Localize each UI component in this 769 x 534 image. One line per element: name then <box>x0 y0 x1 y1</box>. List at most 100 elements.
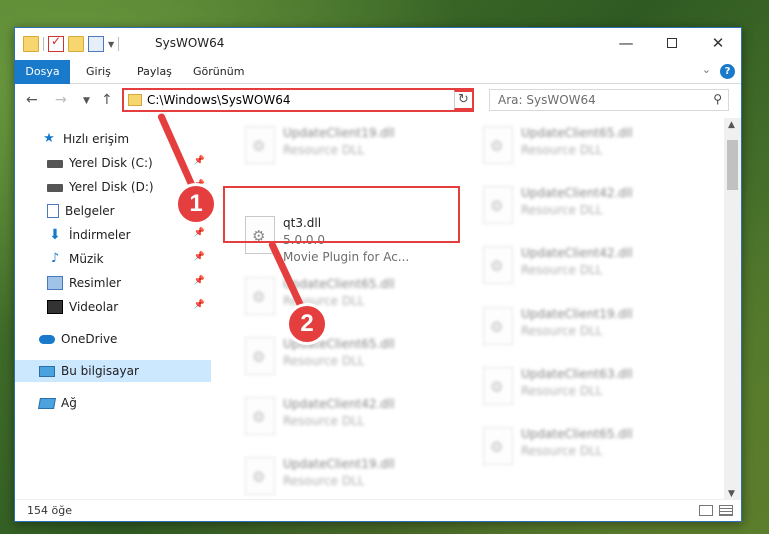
sidebar-item-videos[interactable]: Videolar 📌 <box>15 296 211 318</box>
large-icons-view-icon[interactable] <box>719 505 733 516</box>
dll-file-icon <box>483 126 513 164</box>
quick-access-toolbar: ▼ <box>23 34 120 52</box>
sidebar-item-label: İndirmeler <box>69 228 131 242</box>
dll-file-icon <box>483 367 513 405</box>
close-button[interactable]: ✕ <box>695 28 741 58</box>
list-item[interactable]: UpdateClient42.dll Resource DLL <box>235 391 463 449</box>
dll-file-icon <box>483 186 513 224</box>
music-icon: ♪ <box>50 251 60 266</box>
drive-icon <box>47 160 63 168</box>
computer-icon <box>39 365 55 377</box>
ribbon-tabs: Dosya Giriş Paylaş Görünüm ⌄ ? <box>15 60 741 118</box>
list-item[interactable]: UpdateClient19.dll Resource DLL <box>235 451 463 501</box>
address-bar-row: ← → ▼ ↑ C:\Windows\SysWOW64 ⌄ ↻ Ara: Sys… <box>15 84 741 118</box>
file-description: Resource DLL <box>283 414 365 428</box>
list-item[interactable]: UpdateClient65.dll Resource DLL <box>235 331 463 389</box>
details-view-icon[interactable] <box>699 505 713 516</box>
pin-icon: 📌 <box>193 156 205 166</box>
customize-toolbar-chevron-icon[interactable]: ▼ <box>108 40 114 49</box>
pin-icon: 📌 <box>193 276 205 286</box>
properties-check-icon[interactable] <box>48 34 64 52</box>
sidebar-item-label: Hızlı erişim <box>63 132 130 146</box>
address-bar[interactable]: C:\Windows\SysWOW64 ⌄ <box>122 88 474 112</box>
file-description: Resource DLL <box>521 444 603 458</box>
vertical-scrollbar[interactable]: ▲ ▼ <box>724 118 741 501</box>
item-count: 154 öğe <box>27 504 72 517</box>
recent-locations-chevron-icon[interactable]: ▼ <box>83 96 90 106</box>
sidebar-item-this-pc[interactable]: Bu bilgisayar <box>15 360 211 382</box>
callout-badge-1: 1 <box>175 183 217 225</box>
list-item[interactable]: UpdateClient19.dll Resource DLL <box>235 120 463 178</box>
pin-icon: 📌 <box>193 300 205 310</box>
dll-file-icon <box>245 277 275 315</box>
videos-icon <box>47 300 63 314</box>
search-input[interactable]: Ara: SysWOW64 ⚲ <box>489 89 729 111</box>
file-description: Movie Plugin for Ac... <box>283 250 410 264</box>
dll-file-icon <box>245 397 275 435</box>
list-item[interactable]: UpdateClient65.dll Resource DLL <box>235 271 463 329</box>
navigation-pane: ★ Hızlı erişim Yerel Disk (C:) 📌 Yerel D… <box>15 118 211 501</box>
toolbar-divider <box>118 37 120 51</box>
sidebar-item-label: OneDrive <box>61 332 118 346</box>
sidebar-item-onedrive[interactable]: OneDrive <box>15 328 211 350</box>
sidebar-item-label: Videolar <box>69 300 119 314</box>
back-arrow-icon[interactable]: ← <box>26 92 38 108</box>
tab-paylas[interactable]: Paylaş <box>124 60 185 84</box>
downloads-icon: ⬇ <box>49 227 61 243</box>
maximize-button[interactable] <box>649 28 695 58</box>
scroll-down-chevron-icon[interactable]: ▼ <box>728 489 735 499</box>
onedrive-icon <box>39 334 55 344</box>
pin-icon: 📌 <box>193 252 205 262</box>
sidebar-item-pictures[interactable]: Resimler 📌 <box>15 272 211 294</box>
toolbar-divider <box>43 37 44 51</box>
list-item[interactable]: UpdateClient65.dll Resource DLL <box>473 421 701 479</box>
star-icon: ★ <box>43 131 55 146</box>
file-name: UpdateClient42.dll <box>283 397 395 411</box>
expand-ribbon-chevron-icon[interactable]: ⌄ <box>702 63 711 76</box>
list-item[interactable]: UpdateClient19.dll Resource DLL <box>473 301 701 359</box>
file-name: UpdateClient65.dll <box>283 277 395 291</box>
window-title: SysWOW64 <box>155 36 225 50</box>
list-item[interactable]: UpdateClient65.dll Resource DLL <box>473 120 701 178</box>
dll-file-icon <box>483 246 513 284</box>
address-path: C:\Windows\SysWOW64 <box>147 93 291 107</box>
file-name: UpdateClient65.dll <box>521 427 633 441</box>
file-description: Resource DLL <box>521 324 603 338</box>
refresh-button[interactable]: ↻ <box>454 90 474 110</box>
help-icon[interactable]: ? <box>720 64 735 79</box>
search-icon: ⚲ <box>713 92 722 106</box>
sidebar-item-network[interactable]: Ağ <box>15 392 211 414</box>
minimize-button[interactable]: — <box>603 28 649 58</box>
dll-file-icon <box>483 427 513 465</box>
sidebar-item-label: Yerel Disk (C:) <box>69 156 153 170</box>
tab-gorunum[interactable]: Görünüm <box>180 60 257 84</box>
new-folder-icon[interactable] <box>68 36 84 52</box>
sidebar-item-quick-access[interactable]: ★ Hızlı erişim <box>15 128 211 150</box>
maximize-icon <box>667 38 677 48</box>
pictures-icon <box>47 276 63 290</box>
dll-file-icon <box>245 126 275 164</box>
list-item[interactable]: UpdateClient42.dll Resource DLL <box>473 180 701 238</box>
scroll-up-chevron-icon[interactable]: ▲ <box>728 120 735 130</box>
list-item[interactable]: UpdateClient42.dll Resource DLL <box>473 240 701 298</box>
file-name: UpdateClient65.dll <box>521 126 633 140</box>
dll-file-icon <box>245 457 275 495</box>
drive-icon <box>47 184 63 192</box>
file-name: UpdateClient19.dll <box>521 307 633 321</box>
sidebar-item-music[interactable]: ♪ Müzik 📌 <box>15 248 211 270</box>
sidebar-item-downloads[interactable]: ⬇ İndirmeler 📌 <box>15 224 211 246</box>
status-bar: 154 öğe <box>15 499 741 521</box>
view-properties-icon[interactable] <box>88 36 104 52</box>
file-description: Resource DLL <box>283 354 365 368</box>
file-description: Resource DLL <box>521 263 603 277</box>
sidebar-item-label: Müzik <box>69 252 104 266</box>
list-item[interactable]: UpdateClient63.dll Resource DLL <box>473 361 701 419</box>
scrollbar-thumb[interactable] <box>727 140 738 190</box>
sidebar-item-label: Resimler <box>69 276 122 290</box>
file-explorer-window: ▼ SysWOW64 — ✕ Dosya Giriş Paylaş Görünü… <box>14 27 742 522</box>
forward-arrow-icon[interactable]: → <box>55 92 67 108</box>
dll-file-icon <box>483 307 513 345</box>
tab-giris[interactable]: Giriş <box>73 60 124 84</box>
up-arrow-icon[interactable]: ↑ <box>101 92 113 108</box>
sidebar-item-label: Belgeler <box>65 204 115 218</box>
